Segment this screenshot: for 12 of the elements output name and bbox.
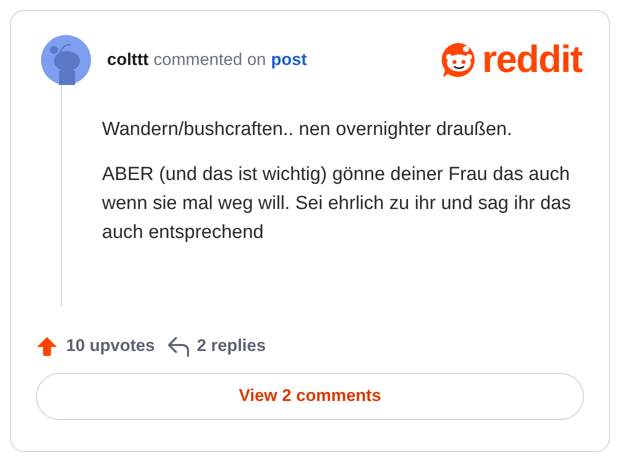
brand-wordmark: reddit — [482, 41, 582, 79]
comment-paragraph: ABER (und das ist wichtig) gönne deiner Frau das auch wenn sie mal weg will. Sei ehrlich zu ihr und sag ihr das auch entsprechend — [102, 163, 572, 245]
reply-count: 2 replies — [196, 335, 266, 357]
reply-icon[interactable] — [166, 334, 191, 357]
post-link[interactable]: post — [271, 47, 307, 73]
avatar-icon — [41, 35, 91, 85]
view-comments-button[interactable]: View 2 comments — [36, 372, 584, 420]
author-name[interactable]: colttt — [107, 47, 149, 73]
comment-paragraph: Wandern/bushcraften.. nen overnighter draußen. — [102, 118, 514, 142]
upvote-icon[interactable] — [36, 334, 58, 357]
action-text: commented on — [154, 49, 266, 72]
upvote-count: 10 upvotes — [66, 335, 155, 357]
